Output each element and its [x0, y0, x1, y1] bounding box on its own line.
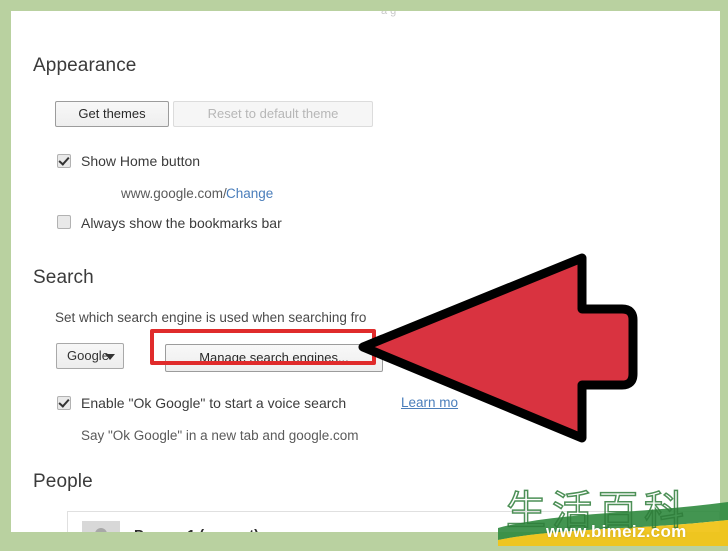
search-section-title: Search — [33, 267, 94, 288]
ok-google-hint: Say "Ok Google" in a new tab and google.… — [81, 428, 359, 443]
show-home-button-checkbox[interactable] — [57, 154, 71, 168]
get-themes-button[interactable]: Get themes — [55, 101, 169, 127]
top-cutoff-text: a g — [381, 11, 397, 17]
search-engine-description: Set which search engine is used when sea… — [55, 310, 367, 325]
search-engine-select-value: Google — [67, 348, 109, 363]
avatar — [82, 521, 120, 532]
ok-google-learn-more-link[interactable]: Learn mo — [401, 395, 458, 410]
avatar-head — [95, 528, 107, 532]
appearance-section-title: Appearance — [33, 55, 137, 76]
bookmarks-bar-checkbox[interactable] — [57, 215, 71, 229]
person-name-label: Person 1 (current) — [134, 528, 259, 532]
green-frame: a g Appearance Get themes Reset to defau… — [0, 0, 728, 546]
ok-google-checkbox[interactable] — [57, 396, 71, 410]
ok-google-label: Enable "Ok Google" to start a voice sear… — [81, 395, 347, 411]
chrome-settings-page: a g Appearance Get themes Reset to defau… — [11, 11, 720, 532]
chevron-down-icon — [105, 354, 115, 360]
person-row[interactable]: Person 1 (current) — [67, 511, 720, 532]
reset-default-theme-button: Reset to default theme — [173, 101, 373, 127]
search-engine-select[interactable]: Google — [56, 343, 124, 369]
people-section-title: People — [33, 471, 93, 492]
highlight-rectangle — [150, 329, 376, 365]
change-homepage-link[interactable]: Change — [226, 186, 273, 201]
home-page-url: www.google.com/ — [121, 186, 227, 201]
show-home-button-label: Show Home button — [81, 153, 201, 169]
bookmarks-bar-label: Always show the bookmarks bar — [81, 215, 282, 231]
